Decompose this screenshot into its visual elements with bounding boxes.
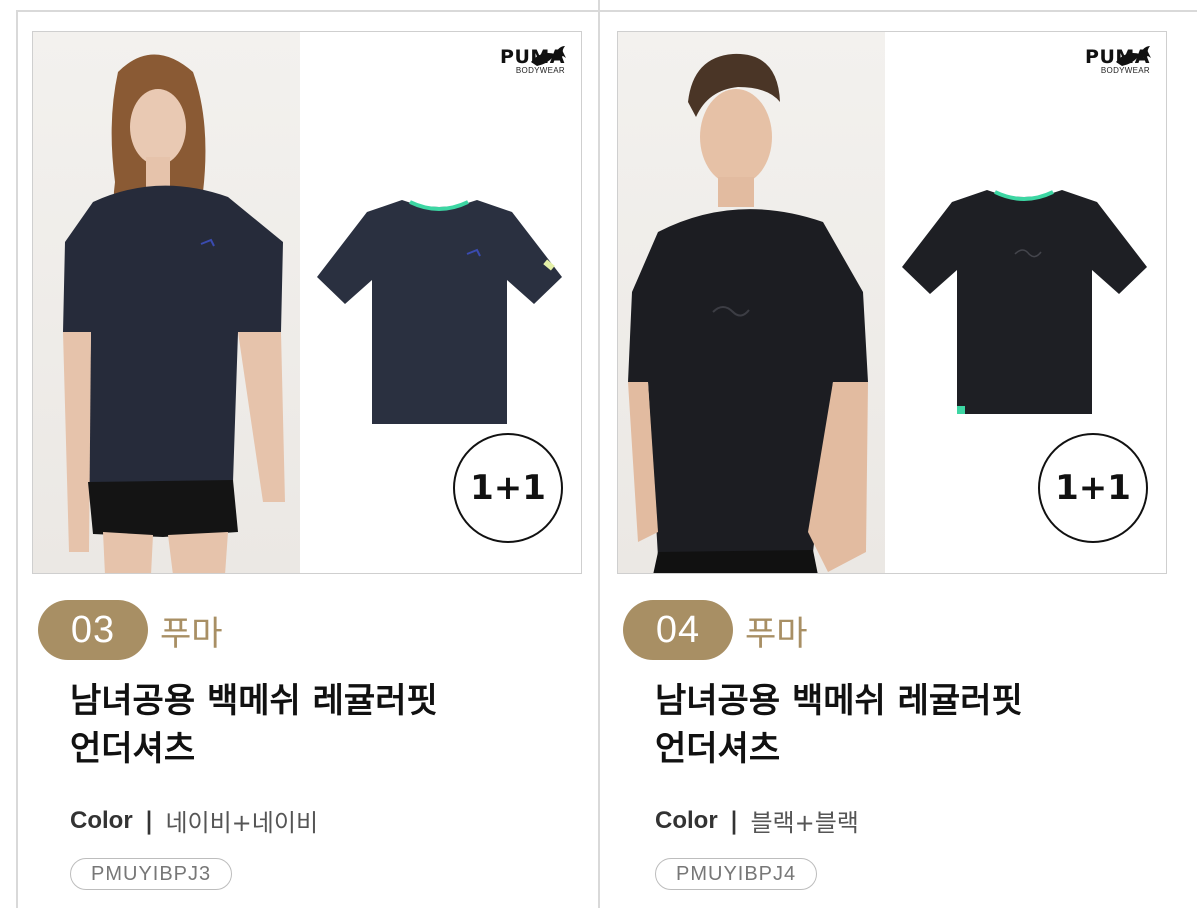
color-value: 네이비+네이비 [165,809,319,837]
grid-column-divider [598,0,600,908]
product-color-row: Color | 블랙+블랙 [655,803,859,838]
product-code-badge: PMUYIBPJ4 [655,858,818,890]
product-card-03[interactable]: PUMA BODYWEAR 1+1 03 푸마 남녀공용 백메쉬 레귤러핏 언더… [16,0,582,908]
product-index-badge: 03 [38,600,148,660]
brand-logo: PUMA BODYWEAR [500,46,566,75]
bundle-badge: 1+1 [1038,433,1148,543]
color-label: Color [70,806,133,834]
product-flat-photo: PUMA BODYWEAR 1+1 [300,32,581,573]
shirt-icon [902,190,1147,414]
product-header: 04 푸마 [623,600,808,660]
product-flat-photo: PUMA BODYWEAR 1+1 [885,32,1166,573]
product-header: 03 푸마 [38,600,223,660]
color-separator: | [144,806,154,835]
product-color-row: Color | 네이비+네이비 [70,803,318,838]
model-photo [33,32,300,573]
brand-name[interactable]: 푸마 [745,606,808,655]
brand-logo: PUMA BODYWEAR [1085,46,1151,75]
product-index-badge: 04 [623,600,733,660]
color-value: 블랙+블랙 [750,809,859,837]
product-title[interactable]: 남녀공용 백메쉬 레귤러핏 언더셔츠 [70,677,570,773]
puma-cat-icon [1116,46,1151,66]
model-photo [618,32,885,573]
product-title-line1: 남녀공용 백메쉬 레귤러핏 [70,681,438,721]
shirt-icon [317,200,562,424]
color-separator: | [729,806,739,835]
product-title-line2: 언더셔츠 [70,729,196,769]
bundle-badge: 1+1 [453,433,563,543]
product-title[interactable]: 남녀공용 백메쉬 레귤러핏 언더셔츠 [655,677,1155,773]
product-image[interactable]: PUMA BODYWEAR 1+1 [617,31,1167,574]
brand-name[interactable]: 푸마 [160,606,223,655]
product-code-badge: PMUYIBPJ3 [70,858,233,890]
puma-cat-icon [531,46,566,66]
product-image[interactable]: PUMA BODYWEAR 1+1 [32,31,582,574]
product-title-line2: 언더셔츠 [655,729,781,769]
product-card-04[interactable]: PUMA BODYWEAR 1+1 04 푸마 남녀공용 백메쉬 레귤러핏 언더… [601,0,1167,908]
product-title-line1: 남녀공용 백메쉬 레귤러핏 [655,681,1023,721]
color-label: Color [655,806,718,834]
